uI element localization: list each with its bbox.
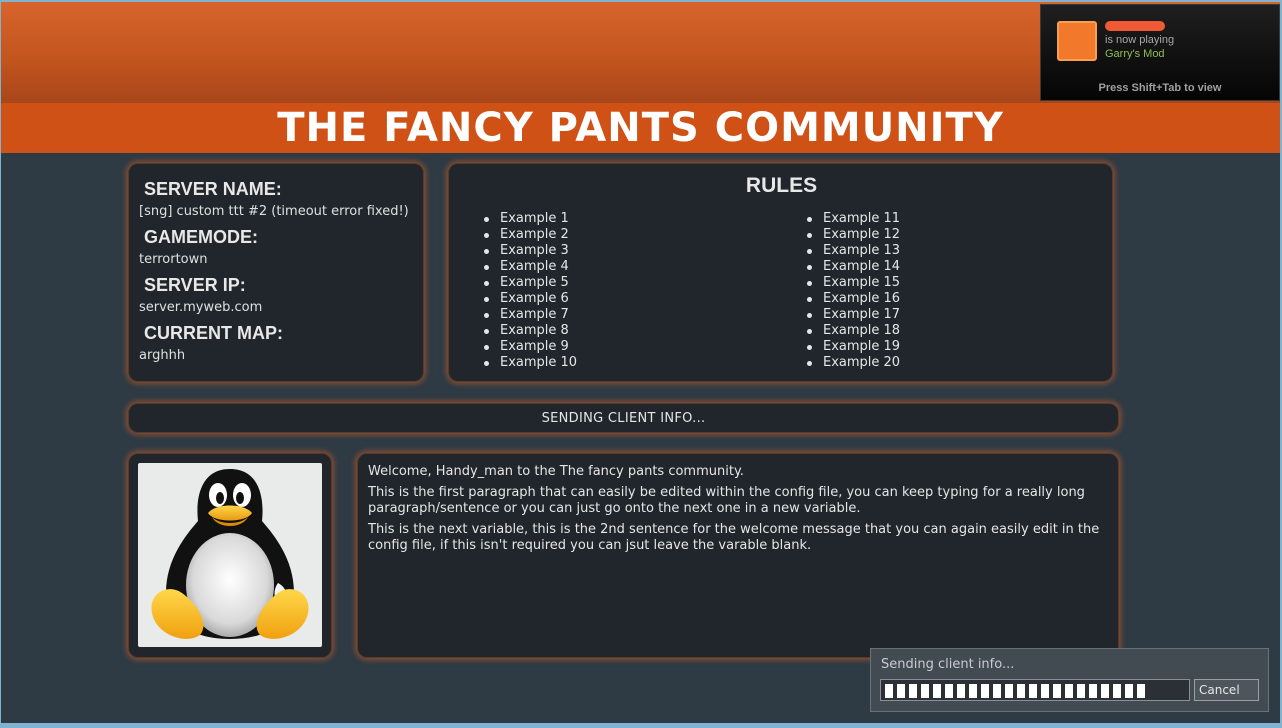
status-panel: SENDING CLIENT INFO... xyxy=(128,403,1119,433)
progress-segment xyxy=(1053,684,1061,698)
tux-penguin-icon xyxy=(151,469,309,639)
current-map-value: arghhh xyxy=(139,348,186,363)
notification-game: Garry's Mod xyxy=(1105,48,1165,60)
progress-segment xyxy=(993,684,1001,698)
welcome-paragraph-2: This is the next variable, this is the 2… xyxy=(368,522,1100,553)
steam-notification[interactable]: is now playing Garry's Mod Press Shift+T… xyxy=(1040,4,1280,101)
avatar xyxy=(138,463,322,647)
progress-segment xyxy=(957,684,965,698)
progress-segment xyxy=(1125,684,1133,698)
rules-list-right: Example 11 Example 12 Example 13 Example… xyxy=(805,211,900,371)
rules-panel: RULES Example 1 Example 2 Example 3 Exam… xyxy=(448,163,1113,382)
status-text: SENDING CLIENT INFO... xyxy=(541,411,706,426)
gamemode-value: terrortown xyxy=(139,252,208,267)
avatar-panel xyxy=(128,453,332,658)
rule-item: Example 17 xyxy=(805,307,900,323)
rule-item: Example 15 xyxy=(805,275,900,291)
progress-segment xyxy=(1077,684,1085,698)
rule-item: Example 13 xyxy=(805,243,900,259)
window-frame-bottom xyxy=(0,723,1282,728)
progress-segment xyxy=(909,684,917,698)
page-title: THE FANCY PANTS COMMUNITY xyxy=(277,105,1004,151)
cancel-button[interactable]: Cancel xyxy=(1194,679,1259,701)
welcome-panel: Welcome, Handy_man to the The fancy pant… xyxy=(357,453,1119,658)
progress-segment xyxy=(945,684,953,698)
welcome-paragraph-1: This is the first paragraph that can eas… xyxy=(368,485,1085,516)
title-band: THE FANCY PANTS COMMUNITY xyxy=(1,103,1280,153)
rule-item: Example 18 xyxy=(805,323,900,339)
rule-item: Example 20 xyxy=(805,355,900,371)
rule-item: Example 3 xyxy=(482,243,577,259)
progress-segment xyxy=(1065,684,1073,698)
notification-hint: Press Shift+Tab to view xyxy=(1098,82,1222,94)
progress-segment xyxy=(1017,684,1025,698)
friend-name-redacted xyxy=(1105,21,1165,31)
progress-segment xyxy=(885,684,893,698)
rule-item: Example 12 xyxy=(805,227,900,243)
server-name-label: SERVER NAME: xyxy=(144,179,282,199)
progress-segment xyxy=(897,684,905,698)
rule-item: Example 4 xyxy=(482,259,577,275)
rule-item: Example 8 xyxy=(482,323,577,339)
server-ip-label: SERVER IP: xyxy=(144,275,246,295)
rule-item: Example 5 xyxy=(482,275,577,291)
progress-bar xyxy=(880,679,1190,701)
notification-status: is now playing xyxy=(1105,34,1175,46)
progress-segment xyxy=(1101,684,1109,698)
progress-segment xyxy=(1089,684,1097,698)
progress-segment xyxy=(1113,684,1121,698)
current-map-label: CURRENT MAP: xyxy=(144,323,283,343)
loading-status-text: Sending client info... xyxy=(881,657,1015,672)
rule-item: Example 6 xyxy=(482,291,577,307)
rule-item: Example 14 xyxy=(805,259,900,275)
server-ip-value: server.myweb.com xyxy=(139,300,263,315)
friend-avatar xyxy=(1057,21,1097,61)
rules-list-left: Example 1 Example 2 Example 3 Example 4 … xyxy=(482,211,577,371)
rule-item: Example 16 xyxy=(805,291,900,307)
progress-segment xyxy=(921,684,929,698)
rule-item: Example 1 xyxy=(482,211,577,227)
rules-title: RULES xyxy=(745,174,818,197)
welcome-line: Welcome, Handy_man to the The fancy pant… xyxy=(368,464,744,479)
rule-item: Example 10 xyxy=(482,355,577,371)
progress-segment xyxy=(969,684,977,698)
loading-dialog: Sending client info... Cancel xyxy=(870,648,1269,712)
rule-item: Example 2 xyxy=(482,227,577,243)
rule-item: Example 19 xyxy=(805,339,900,355)
server-name-value: [sng] custom ttt #2 (timeout error fixed… xyxy=(139,204,409,219)
rule-item: Example 11 xyxy=(805,211,900,227)
progress-segment xyxy=(1041,684,1049,698)
progress-segment xyxy=(1029,684,1037,698)
rule-item: Example 9 xyxy=(482,339,577,355)
rule-item: Example 7 xyxy=(482,307,577,323)
progress-segment xyxy=(981,684,989,698)
gamemode-label: GAMEMODE: xyxy=(144,227,258,247)
server-info-panel: SERVER NAME: [sng] custom ttt #2 (timeou… xyxy=(128,163,424,382)
progress-segment xyxy=(1137,684,1145,698)
progress-segment xyxy=(933,684,941,698)
progress-segment xyxy=(1005,684,1013,698)
